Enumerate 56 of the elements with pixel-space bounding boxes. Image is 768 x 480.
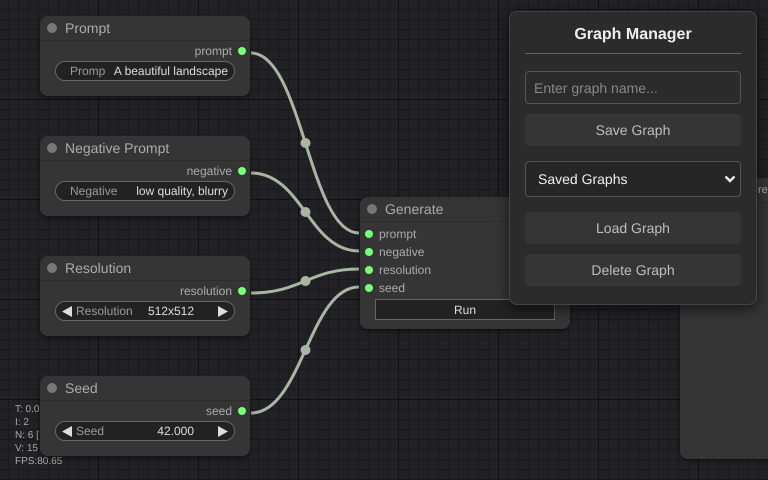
graph-node[interactable]: Negative Prompt negative Negative low quality, blurry <box>40 136 250 216</box>
panel-button[interactable]: Delete Graph <box>525 254 741 286</box>
graph-node[interactable]: Prompt prompt Promp A beautiful landscape <box>40 16 250 96</box>
panel-button[interactable]: Save Graph <box>525 114 741 146</box>
graph-node[interactable]: Resolution resolution Resolution 512x512 <box>40 256 250 336</box>
input-label: resolution <box>379 263 432 277</box>
input-label: negative <box>379 245 424 259</box>
text-widget[interactable]: Promp A beautiful landscape <box>55 61 235 81</box>
collapse-dot-icon[interactable] <box>47 383 57 393</box>
stats-text: FPS:80.65 <box>15 455 62 468</box>
saved-graphs-select[interactable]: Saved Graphs <box>525 161 741 197</box>
right-arrow-icon[interactable] <box>218 426 228 436</box>
input-slot-icon[interactable] <box>365 230 373 238</box>
output-label: resolution <box>180 284 232 298</box>
left-arrow-icon[interactable] <box>62 426 72 436</box>
node-title: Negative Prompt <box>65 140 170 156</box>
output-slot-icon[interactable] <box>238 167 246 175</box>
stats-text: T: 0.0 <box>15 403 40 416</box>
node-title: Generate <box>385 201 444 217</box>
node-title: Resolution <box>65 260 132 276</box>
stats-text: I: 2 <box>15 416 30 429</box>
input-slot-icon[interactable] <box>365 284 373 292</box>
combo-widget[interactable]: Resolution 512x512 <box>55 301 235 321</box>
node-title: Seed <box>65 380 98 396</box>
link-wire[interactable] <box>250 286 360 414</box>
collapse-dot-icon[interactable] <box>47 143 57 153</box>
link-wire[interactable] <box>250 268 360 294</box>
output-slot-icon[interactable] <box>238 47 246 55</box>
node-title: Prompt <box>65 20 110 36</box>
right-arrow-icon[interactable] <box>218 306 228 316</box>
left-arrow-icon[interactable] <box>62 306 72 316</box>
link-wire[interactable] <box>250 52 360 234</box>
output-label: prompt <box>194 44 232 58</box>
output-slot-icon[interactable] <box>238 287 246 295</box>
collapse-dot-icon[interactable] <box>47 23 57 33</box>
run-button[interactable]: Run <box>375 299 555 320</box>
stats-text: N: 6 [ <box>15 429 40 442</box>
output-slot-icon[interactable] <box>238 407 246 415</box>
number-widget[interactable]: Seed 42.000 <box>55 421 235 441</box>
panel-button[interactable]: Load Graph <box>525 212 741 244</box>
node-title: re <box>758 184 768 196</box>
input-slot-icon[interactable] <box>365 266 373 274</box>
output-label: seed <box>206 404 232 418</box>
input-label: prompt <box>379 227 416 241</box>
output-label: negative <box>186 164 232 178</box>
panel-title: Graph Manager <box>525 26 741 54</box>
stats-text: V: 15 <box>15 442 39 455</box>
graph-name-field[interactable]: Enter graph name... <box>525 71 741 104</box>
text-widget[interactable]: Negative low quality, blurry <box>55 181 235 201</box>
chevron-down-icon <box>724 175 736 183</box>
input-slot-icon[interactable] <box>365 248 373 256</box>
input-label: seed <box>379 281 406 295</box>
collapse-dot-icon[interactable] <box>47 263 57 273</box>
link-wire[interactable] <box>250 172 360 252</box>
collapse-dot-icon[interactable] <box>367 204 377 214</box>
graph-node[interactable]: Seed seed Seed 42.000 <box>40 376 250 456</box>
